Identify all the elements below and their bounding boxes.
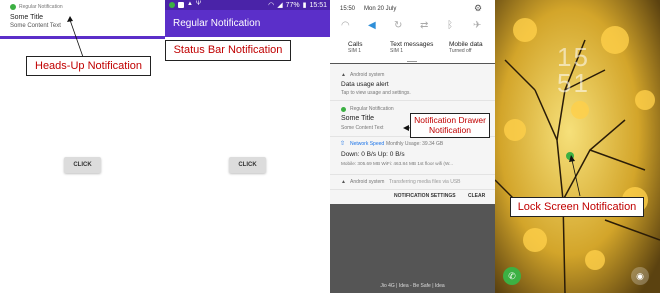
notif-app-name: Android system [350,179,385,185]
app-bar: Regular Notification [165,10,330,37]
notification-settings-button[interactable]: NOTIFICATION SETTINGS [394,193,456,199]
statusbar-callout: Status Bar Notification [165,40,291,61]
divider [330,100,495,101]
status-bar: ▲ Ψ ◠ ◢ 77% ▮ 15:51 [165,0,330,10]
drawer-header: 15:50 Mon 20 July ⚙ ◠ ◀ ↻ ⇄ ᛒ ✈ Calls SI… [330,0,495,63]
notif-text: Tap to view usage and settings. [341,90,411,96]
app-title: Regular Notification [173,18,261,29]
quick-sub: Turned off [449,48,472,54]
notification-icon [566,152,574,160]
quick-sub: SIM 1 [390,48,404,54]
status-time: 15:51 [309,1,327,9]
notif-speed: Down: 0 B/s Up: 0 B/s [341,151,405,158]
android-icon: ▲ [341,179,346,185]
click-button[interactable]: CLICK [229,157,266,173]
notif-text: Transferring media files via USB [389,179,461,185]
wifi-icon: ◠ [268,2,275,9]
sound-toggle-icon[interactable]: ◀ [368,20,376,31]
headsup-card[interactable]: Regular Notification Some Title Some Con… [0,0,165,36]
battery-icon: ▮ [302,2,307,9]
quick-label: Text messages [390,41,434,48]
notif-text: Some Content Text [341,125,384,131]
camera-icon[interactable]: ◉ [631,267,649,285]
notification-usb[interactable]: ▲ Android system Transferring media file… [330,176,495,188]
flight-toggle-icon[interactable]: ✈ [473,20,481,31]
settings-icon[interactable]: ⚙ [474,3,482,14]
notification-icon [169,2,175,8]
drawer-time: 15:50 [340,6,356,12]
status-icons: ◠ ◢ 77% ▮ 15:51 [268,1,327,10]
sync-toggle-icon[interactable]: ⇄ [420,20,428,31]
bluetooth-toggle-icon[interactable]: ᛒ [447,20,453,31]
notif-meta: Monthly Usage: 39.34 GB [386,141,444,147]
notif-app-name: Regular Notification [350,106,394,112]
clear-button[interactable]: CLEAR [468,193,485,199]
lock-clock: 15 51 [557,42,590,98]
quick-sub: SIM 1 [348,48,362,54]
headsup-appbar-strip [0,36,165,39]
usb-icon: Ψ [196,1,202,7]
headsup-title: Some Title [10,14,44,21]
notif-title: Some Title [341,115,375,122]
quick-label: Mobile data [449,41,483,48]
notif-app-name: Android system [350,72,385,78]
lockscreen-callout: Lock Screen Notification [510,197,644,217]
rotate-toggle-icon[interactable]: ↻ [394,20,402,31]
battery-percent: 77% [285,1,300,9]
notif-app-name: Network Speed [350,141,385,147]
signal-icon: ◢ [277,2,283,9]
drawer-date: Mon 20 July [364,6,397,12]
divider [330,174,495,175]
notification-data-usage[interactable]: ▲ Android system Data usage alert Tap to… [330,68,495,98]
phone-icon[interactable]: ✆ [503,267,521,285]
warning-icon: ▲ [187,1,193,7]
click-button[interactable]: CLICK [64,157,101,173]
divider [330,189,495,190]
wifi-toggle-icon[interactable]: ◠ [341,20,350,31]
headsup-panel: Regular Notification Some Title Some Con… [0,0,165,293]
notif-usage: Mobile: 305.69 MB WiFi: 463.84 MB 1st fl… [341,161,454,166]
app-icon [10,4,16,10]
notification-network-speed[interactable]: ⇧ Network Speed Monthly Usage: 39.34 GB … [330,138,495,172]
notification-icon [178,2,184,8]
drawer-panel: 15:50 Mon 20 July ⚙ ◠ ◀ ↻ ⇄ ᛒ ✈ Calls SI… [330,0,495,293]
headsup-content: Some Content Text [10,23,61,29]
notif-title: Data usage alert [341,81,389,88]
headsup-app-name: Regular Notification [19,4,63,10]
android-icon: ▲ [341,72,346,78]
quick-calls[interactable]: Calls SIM 1 [348,41,362,54]
app-icon [341,107,346,112]
drawer-callout: Notification Drawer Notification [410,113,490,138]
drag-handle[interactable] [407,61,417,62]
quick-messages[interactable]: Text messages SIM 1 [390,41,433,54]
carrier-text: Jio 4G | Idea - Be Safe | Idea [380,283,445,289]
quick-label: Calls [348,41,363,48]
headsup-callout: Heads-Up Notification [26,56,151,76]
quick-mobile-data[interactable]: Mobile data Turned off [449,41,483,54]
lockscreen-panel: 15 51 ✆ ◉ [495,0,660,293]
upload-icon: ⇧ [340,141,346,147]
